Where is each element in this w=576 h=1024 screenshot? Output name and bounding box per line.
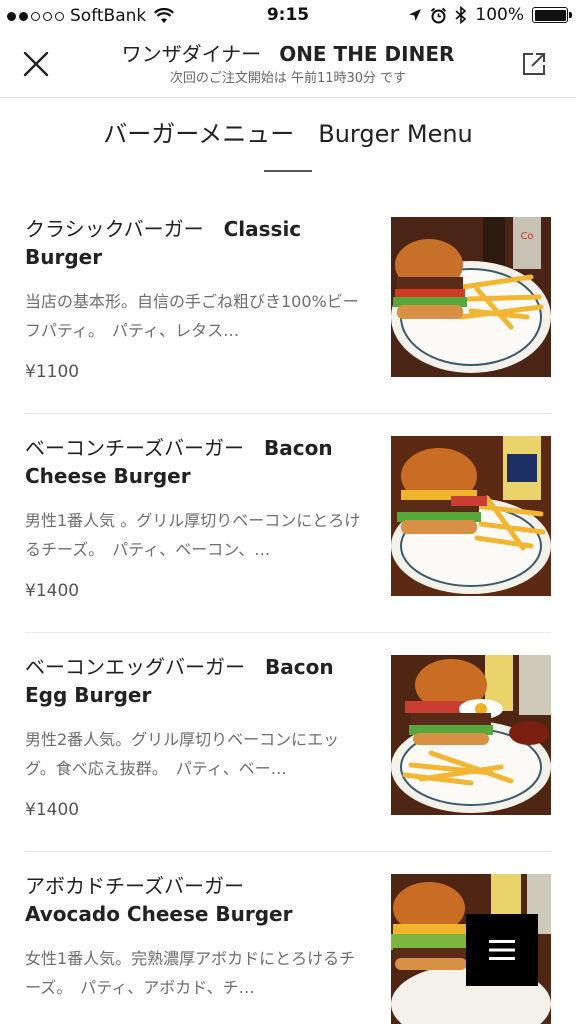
item-name-ja: アボカドチーズバーガー bbox=[25, 874, 244, 898]
menu-item[interactable]: ベーコンチーズバーガー Bacon Cheese Burger 男性1番人気 。… bbox=[25, 414, 551, 633]
item-description: 男性2番人気。グリル厚切りベーコンにエッグ。食べ応え抜群。 パティ、ベー… bbox=[25, 730, 340, 778]
section-divider bbox=[264, 170, 312, 172]
order-start-note: 次回のご注文開始は 午前11時30分 です bbox=[169, 71, 407, 86]
battery-percent: 100% bbox=[475, 5, 524, 25]
store-header: ワンザダイナー ONE THE DINER 次回のご注文開始は 午前11時30分 … bbox=[0, 30, 576, 98]
battery-icon bbox=[532, 7, 572, 23]
item-name-ja: ベーコンエッグバーガー bbox=[25, 655, 265, 679]
status-bar: SoftBank 9:15 100% bbox=[0, 0, 576, 30]
store-name-ja: ワンザダイナー bbox=[121, 42, 262, 66]
item-photo[interactable] bbox=[391, 436, 551, 596]
menu-list: クラシックバーガー Classic Burger 当店の基本形。自信の手ごね粗び… bbox=[0, 195, 576, 1024]
svg-text:Co: Co bbox=[520, 231, 533, 242]
menu-item[interactable]: ベーコンエッグバーガー Bacon Egg Burger 男性2番人気。グリル厚… bbox=[25, 633, 551, 852]
hamburger-menu-icon bbox=[489, 940, 515, 960]
status-icons: 100% bbox=[408, 5, 572, 25]
item-description: 男性1番人気 。グリル厚切りベーコンにとろけるチーズ。 パティ、ベーコン、… bbox=[25, 511, 361, 559]
menu-fab-button[interactable] bbox=[466, 914, 538, 986]
item-description: 当店の基本形。自信の手ごね粗びき100%ビーフパティ。 パティ、レタス… bbox=[25, 292, 359, 340]
item-description: 女性1番人気。完熟濃厚アボカドにとろけるチーズ。 パティ、アボカド、チ… bbox=[25, 949, 356, 997]
external-link-icon[interactable] bbox=[520, 50, 548, 78]
menu-item[interactable]: クラシックバーガー Classic Burger 当店の基本形。自信の手ごね粗び… bbox=[25, 195, 551, 414]
battery-level bbox=[534, 9, 566, 21]
item-price: ¥1400 bbox=[25, 581, 80, 601]
store-name-en: ONE THE DINER bbox=[279, 42, 455, 66]
item-name-ja: クラシックバーガー bbox=[25, 217, 224, 241]
item-photo[interactable] bbox=[391, 655, 551, 815]
bluetooth-icon bbox=[455, 6, 467, 24]
section-title: バーガーメニュー Burger Menu bbox=[103, 120, 473, 148]
location-arrow-icon bbox=[409, 9, 422, 21]
item-name-ja: ベーコンチーズバーガー bbox=[25, 436, 264, 460]
item-name: アボカドチーズバーガー Avocado Cheese Burger bbox=[25, 872, 365, 928]
item-name: クラシックバーガー Classic Burger bbox=[25, 215, 365, 271]
item-photo[interactable]: Co bbox=[391, 217, 551, 377]
item-name: ベーコンチーズバーガー Bacon Cheese Burger bbox=[25, 434, 365, 490]
item-name: ベーコンエッグバーガー Bacon Egg Burger bbox=[25, 653, 365, 709]
alarm-clock-icon bbox=[431, 7, 447, 23]
item-price: ¥1400 bbox=[25, 800, 80, 820]
item-price: ¥1100 bbox=[25, 362, 80, 382]
store-title: ワンザダイナー ONE THE DINER bbox=[0, 38, 576, 67]
item-name-en: Avocado Cheese Burger bbox=[25, 902, 293, 926]
